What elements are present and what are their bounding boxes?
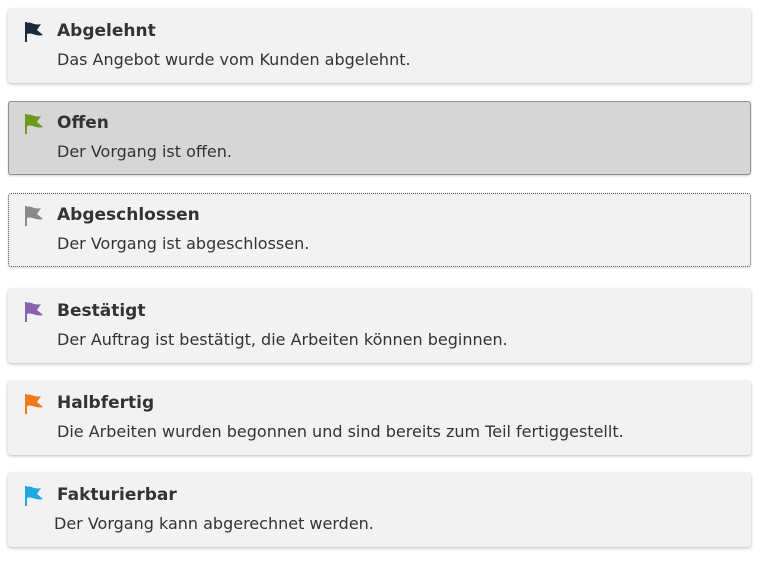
flag-cloth	[27, 114, 43, 128]
status-title: Fakturierbar	[57, 485, 177, 505]
flag-icon	[25, 394, 43, 414]
status-description: Der Vorgang kann abgerechnet werden.	[54, 514, 374, 533]
status-title: Halbfertig	[57, 393, 155, 413]
status-item-abgelehnt[interactable]: Abgelehnt Das Angebot wurde vom Kunden a…	[8, 9, 751, 83]
flag-cloth	[27, 302, 43, 316]
status-description: Das Angebot wurde vom Kunden abgelehnt.	[57, 50, 411, 69]
flag-pole	[25, 302, 27, 322]
status-title: Bestätigt	[57, 301, 146, 321]
flag-icon	[25, 486, 43, 506]
flag-pole	[25, 114, 27, 134]
flag-icon	[25, 22, 43, 42]
flag-cloth	[27, 486, 43, 500]
flag-pole	[25, 394, 27, 414]
status-title: Abgeschlossen	[57, 205, 200, 225]
flag-icon	[25, 206, 43, 226]
status-item-halbfertig[interactable]: Halbfertig Die Arbeiten wurden begonnen …	[8, 381, 751, 455]
status-item-abgeschlossen[interactable]: Abgeschlossen Der Vorgang ist abgeschlos…	[8, 193, 751, 267]
flag-pole	[25, 206, 27, 226]
flag-pole	[25, 22, 27, 42]
status-list: Abgelehnt Das Angebot wurde vom Kunden a…	[0, 0, 763, 563]
flag-pole	[25, 486, 27, 506]
status-description: Die Arbeiten wurden begonnen und sind be…	[57, 422, 624, 441]
status-item-fakturierbar[interactable]: Fakturierbar Der Vorgang kann abgerechne…	[8, 473, 751, 547]
flag-cloth	[27, 394, 43, 408]
status-title: Abgelehnt	[57, 21, 156, 41]
flag-icon	[25, 302, 43, 322]
status-description: Der Auftrag ist bestätigt, die Arbeiten …	[57, 330, 508, 349]
status-title: Offen	[57, 113, 109, 133]
flag-cloth	[27, 22, 43, 36]
flag-icon	[25, 114, 43, 134]
status-item-bestaetigt[interactable]: Bestätigt Der Auftrag ist bestätigt, die…	[8, 289, 751, 363]
status-description: Der Vorgang ist offen.	[57, 142, 232, 161]
status-item-offen[interactable]: Offen Der Vorgang ist offen.	[8, 101, 751, 175]
status-description: Der Vorgang ist abgeschlossen.	[57, 234, 310, 253]
flag-cloth	[27, 206, 43, 220]
